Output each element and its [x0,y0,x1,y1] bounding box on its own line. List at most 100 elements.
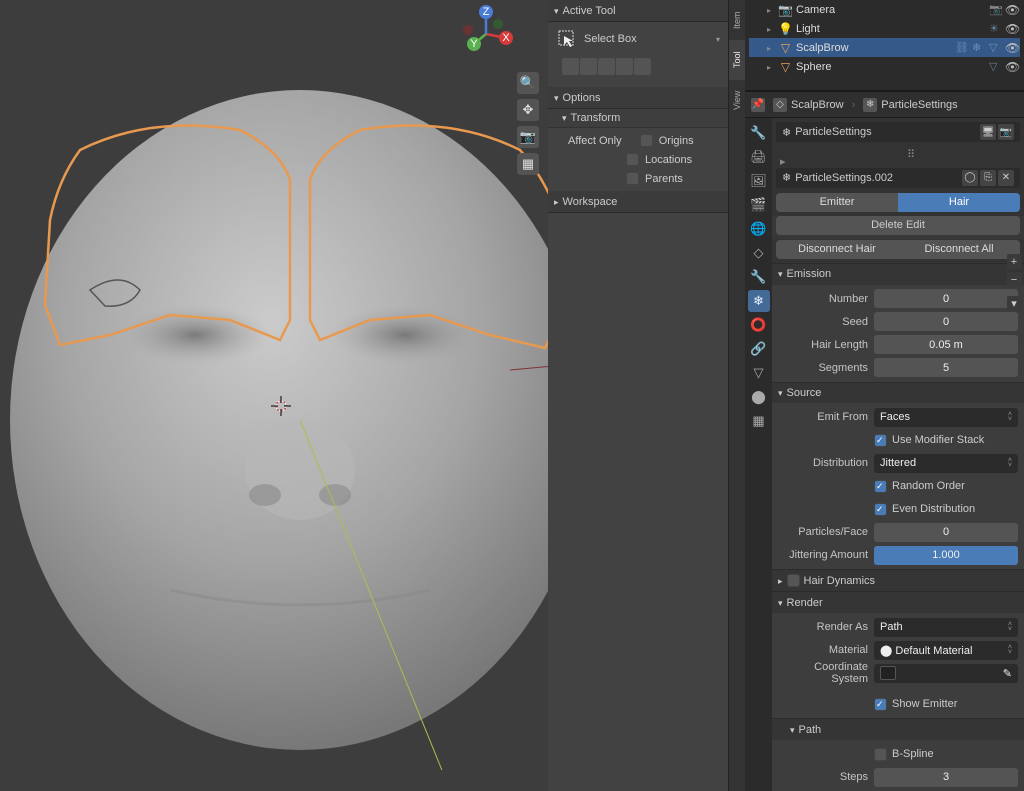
seed-field[interactable]: 0 [874,312,1018,331]
emit-from-select[interactable]: Faces˄˅ [874,408,1018,427]
pan-icon[interactable]: ✥ [517,99,539,121]
segments-field[interactable]: 5 [874,358,1018,377]
coord-sys-field[interactable]: ✎ [874,664,1018,683]
bc-object[interactable]: ◇ScalpBrow [773,98,844,112]
tab-texture-icon[interactable]: ▦ [748,410,770,432]
3d-viewport[interactable]: X Y Z 🔍 ✥ 📷 ▦ [0,0,548,791]
workspace-label: Workspace [563,196,618,208]
unlink-icon[interactable]: ✕ [998,170,1014,186]
hair-dynamics-label: Hair Dynamics [804,575,876,587]
origins-checkbox[interactable] [640,134,653,147]
mesh-icon: ▽ [778,40,793,55]
tab-object-icon[interactable]: ◇ [748,242,770,264]
bspline-label: B-Spline [892,748,934,760]
origins-label: Origins [659,135,694,147]
particlesettings-slot[interactable]: ❄ ParticleSettings 🖥 📷 [776,122,1020,142]
particles-face-label: Particles/Face [778,526,868,538]
display-icon[interactable]: 🖥 [980,124,996,140]
camera-type-icon: 📷 [989,3,1002,16]
ps-name-field[interactable]: ParticleSettings.002 [795,172,893,184]
tab-world-icon[interactable]: 🌐 [748,218,770,240]
outliner-row-scalpbrow[interactable]: ▽ ScalpBrow ⛓❄▽ 👁 [749,38,1020,57]
delete-edit-button[interactable]: Delete Edit [776,216,1020,235]
random-order-checkbox[interactable] [874,480,887,493]
tab-view[interactable]: View [729,80,745,120]
tab-output-icon[interactable]: 🖨 [748,146,770,168]
tab-material-icon[interactable]: ⬤ [748,386,770,408]
hair-dynamics-checkbox[interactable] [787,574,800,587]
outliner-row-sphere[interactable]: ▽ Sphere ▽ 👁 [749,57,1020,76]
parents-checkbox[interactable] [626,172,639,185]
outliner-row-light[interactable]: 💡 Light ☀ 👁 [749,19,1020,38]
particles-face-field[interactable]: 0 [874,523,1018,542]
visibility-icon[interactable]: 👁 [1005,41,1020,55]
camera-view-icon[interactable]: 📷 [517,126,539,148]
bc-particlesettings[interactable]: ❄ParticleSettings [863,98,957,112]
visibility-icon[interactable]: 👁 [1005,3,1020,17]
particlesettings-datablock[interactable]: ❄ ParticleSettings.002 ◯ ⎘ ✕ [776,168,1020,188]
pin-button[interactable]: 📌 [751,98,765,112]
render-icon[interactable]: 📷 [998,124,1014,140]
properties-body: ❄ ParticleSettings 🖥 📷 + − ▾ ⠿ ❄ Particl… [772,118,1024,791]
show-emitter-checkbox[interactable] [874,698,887,711]
tab-item[interactable]: Item [729,0,745,40]
emitter-button[interactable]: Emitter [776,193,898,212]
add-slot-button[interactable]: + [1007,254,1022,269]
visibility-icon[interactable]: 👁 [1005,22,1020,36]
disconnect-hair-button[interactable]: Disconnect Hair [776,240,898,259]
jitter-field[interactable]: 1.000 [874,546,1018,565]
emission-header[interactable]: Emission [772,263,1024,285]
visibility-icon[interactable]: 👁 [1005,60,1020,74]
tab-constraints-icon[interactable]: 🔗 [748,338,770,360]
path-header[interactable]: Path [772,718,1024,740]
transform-header[interactable]: Transform [548,109,728,128]
light-icon: 💡 [778,21,793,36]
source-header[interactable]: Source [772,382,1024,404]
workspace-header[interactable]: Workspace [548,191,728,213]
zoom-icon[interactable]: 🔍 [517,72,539,94]
options-header[interactable]: Options [548,87,728,109]
steps-field[interactable]: 3 [874,768,1018,787]
drag-mode-icons[interactable] [556,56,720,81]
disconnect-all-button[interactable]: Disconnect All [898,240,1020,259]
bspline-checkbox[interactable] [874,748,887,761]
active-tool-label: Active Tool [563,5,616,17]
perspective-icon[interactable]: ▦ [517,153,539,175]
camera-label: Camera [796,4,982,16]
outliner-row-camera[interactable]: 📷 Camera 📷 👁 [749,0,1020,19]
number-field[interactable]: 0 [874,289,1018,308]
tab-scene-icon[interactable]: 🎬 [748,194,770,216]
even-dist-label: Even Distribution [892,503,975,515]
tab-particles-icon[interactable]: ❄ [748,290,770,312]
select-box-tool[interactable]: Select Box ▾ [556,28,720,50]
navigation-gizmo-icon[interactable]: X Y Z [454,2,518,66]
hair-length-field[interactable]: 0.05 m [874,335,1018,354]
tab-viewlayer-icon[interactable]: 🖼 [748,170,770,192]
even-dist-checkbox[interactable] [874,503,887,516]
svg-text:X: X [502,32,510,44]
tab-physics-icon[interactable]: ⭕ [748,314,770,336]
eyedropper-icon[interactable]: ✎ [1003,667,1012,680]
active-tool-header[interactable]: Active Tool [548,0,728,22]
emission-label: Emission [787,268,832,280]
tab-render-icon[interactable]: 🔧 [748,122,770,144]
hair-dynamics-header[interactable]: Hair Dynamics [772,569,1024,591]
remove-slot-button[interactable]: − [1007,272,1022,287]
use-modifier-checkbox[interactable] [874,434,887,447]
fake-user-icon[interactable]: ◯ [962,170,978,186]
specials-menu-button[interactable]: ▾ [1007,296,1022,311]
outliner[interactable]: 📷 Camera 📷 👁 💡 Light ☀ 👁 ▽ ScalpBrow ⛓❄▽… [745,0,1024,92]
tab-tool[interactable]: Tool [729,40,745,80]
ps-slot-label: ParticleSettings [795,126,871,138]
hair-length-label: Hair Length [778,339,868,351]
distribution-select[interactable]: Jittered˄˅ [874,454,1018,473]
list-grip[interactable]: ⠿ [772,146,1024,164]
locations-checkbox[interactable] [626,153,639,166]
new-copy-icon[interactable]: ⎘ [980,170,996,186]
tab-data-icon[interactable]: ▽ [748,362,770,384]
material-select[interactable]: ⬤ Default Material˄˅ [874,641,1018,660]
tab-modifiers-icon[interactable]: 🔧 [748,266,770,288]
hair-button[interactable]: Hair [898,193,1020,212]
render-as-select[interactable]: Path˄˅ [874,618,1018,637]
render-header[interactable]: Render [772,591,1024,613]
